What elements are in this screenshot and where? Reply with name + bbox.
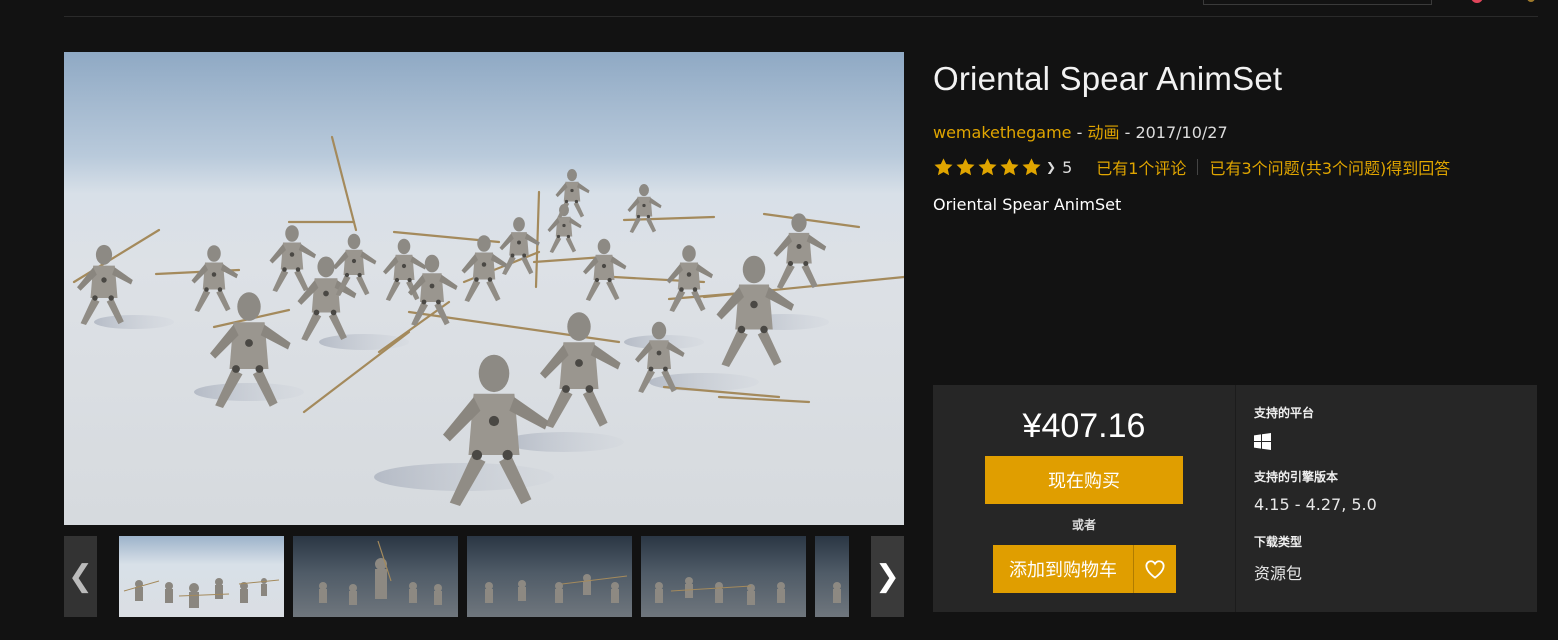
thumbnail-5[interactable] <box>815 536 849 617</box>
search-input[interactable] <box>1203 0 1432 5</box>
thumbnail-3-illustration <box>485 574 628 603</box>
star-icon <box>934 157 953 175</box>
questions-link[interactable]: 已有3个问题(共3个问题)得到回答 <box>1209 155 1450 179</box>
product-title: Oriental Spear AnimSet <box>933 60 1283 97</box>
top-bar <box>0 0 1558 17</box>
wishlist-button[interactable] <box>1133 545 1176 593</box>
thumbnail-2-illustration <box>319 540 442 605</box>
engine-versions: 4.15 - 4.27, 5.0 <box>1254 495 1377 514</box>
thumbnail-4-illustration <box>655 577 785 605</box>
product-meta: wemakethegame - 动画 - 2017/10/27 <box>933 119 1228 143</box>
thumbnail-2[interactable] <box>293 536 458 617</box>
notification-badge[interactable] <box>1471 0 1483 3</box>
divider <box>1197 159 1199 175</box>
heart-icon <box>1145 560 1165 579</box>
rating-count: 5 <box>1062 157 1073 177</box>
chevron-left-icon[interactable]: ❮ <box>64 536 97 617</box>
product-subtitle: Oriental Spear AnimSet <box>933 195 1122 214</box>
chevron-right-icon[interactable]: ❯ <box>871 536 904 617</box>
rating-row: ❯ 5 已有1个评论 已有3个问题(共3个问题)得到回答 <box>933 155 1450 179</box>
platform-heading: 支持的平台 <box>1254 406 1315 420</box>
thumbnail-strip: ❮ ❯ <box>64 536 904 617</box>
thumbnail-4[interactable] <box>641 536 806 617</box>
release-date: 2017/10/27 <box>1135 123 1228 142</box>
star-icon <box>978 157 997 175</box>
star-icon <box>956 157 975 175</box>
purchase-panel: ¥407.16 现在购买 或者 添加到购物车 支持的平台 支持的引擎版本 4.1… <box>933 385 1537 612</box>
buy-now-button[interactable]: 现在购买 <box>985 456 1183 504</box>
panel-divider <box>1235 385 1236 612</box>
chevron-down-icon[interactable]: ❯ <box>1046 160 1056 174</box>
star-icon <box>1022 157 1041 175</box>
hero-scene-illustration <box>72 135 904 506</box>
author-link[interactable]: wemakethegame <box>933 123 1072 142</box>
star-rating[interactable] <box>933 157 1042 178</box>
windows-icon <box>1254 433 1271 450</box>
thumbnail-1-illustration <box>123 578 280 608</box>
add-to-cart-button[interactable]: 添加到购物车 <box>993 545 1133 593</box>
price: ¥407.16 <box>1022 407 1146 445</box>
thumbnail-5-illustration <box>833 582 841 603</box>
download-heading: 下载类型 <box>1254 535 1303 549</box>
meta-separator: - <box>1071 123 1088 142</box>
download-type: 资源包 <box>1254 564 1303 583</box>
thumbnail-3[interactable] <box>467 536 632 617</box>
meta-separator: - <box>1119 123 1136 142</box>
reviews-link[interactable]: 已有1个评论 <box>1096 155 1186 179</box>
hero-image[interactable] <box>64 52 904 525</box>
engine-heading: 支持的引擎版本 <box>1254 470 1339 484</box>
category-link[interactable]: 动画 <box>1087 123 1119 142</box>
or-label: 或者 <box>1071 518 1096 532</box>
header-divider <box>64 16 1538 17</box>
account-icon[interactable] <box>1527 0 1535 2</box>
star-icon <box>1000 157 1019 175</box>
thumbnail-1[interactable] <box>119 536 284 617</box>
